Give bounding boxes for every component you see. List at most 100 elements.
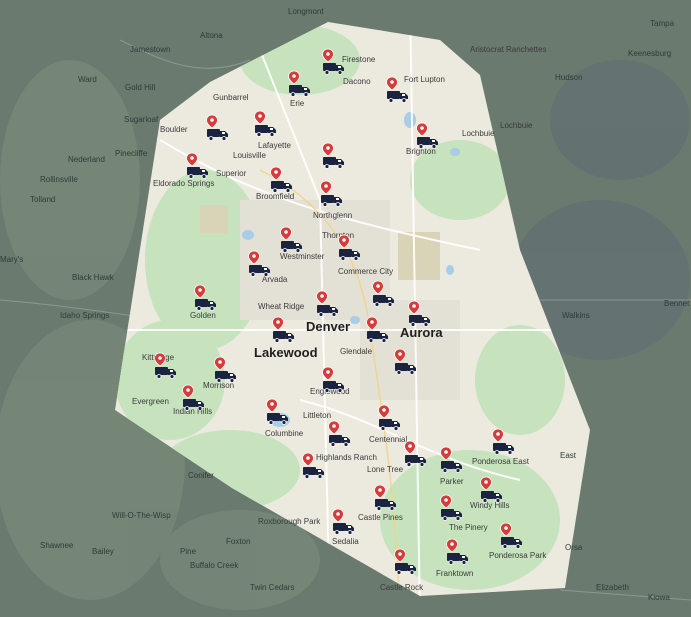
service-truck-marker[interactable] bbox=[392, 548, 418, 576]
delivery-truck-icon bbox=[493, 443, 514, 455]
map-label-lochbuie: Lochbuie bbox=[462, 129, 495, 138]
service-truck-marker[interactable] bbox=[286, 70, 312, 98]
service-truck-marker[interactable] bbox=[320, 48, 346, 76]
service-truck-marker[interactable] bbox=[364, 316, 390, 344]
location-pin-icon bbox=[416, 122, 428, 137]
delivery-truck-icon bbox=[417, 137, 438, 149]
map-label-lochbuie: Lochbuie bbox=[500, 121, 533, 130]
service-truck-marker[interactable] bbox=[414, 122, 440, 150]
map-label-ponderosa-park: Ponderosa Park bbox=[489, 551, 547, 560]
delivery-truck-icon bbox=[207, 129, 228, 141]
location-pin-icon bbox=[322, 48, 334, 63]
map-label-columbine: Columbine bbox=[265, 429, 304, 438]
map-label-roxborough-park: Roxborough Park bbox=[258, 517, 321, 526]
location-pin-icon bbox=[404, 440, 416, 455]
delivery-truck-icon bbox=[281, 241, 302, 253]
location-pin-icon bbox=[182, 384, 194, 399]
service-truck-marker[interactable] bbox=[152, 352, 178, 380]
map-label-sugarloaf: Sugarloaf bbox=[124, 115, 159, 124]
service-truck-marker[interactable] bbox=[490, 428, 516, 456]
service-truck-marker[interactable] bbox=[212, 356, 238, 384]
service-truck-marker[interactable] bbox=[438, 494, 464, 522]
map-label-buffalo-creek: Buffalo Creek bbox=[190, 561, 239, 570]
map-label-parker: Parker bbox=[440, 477, 464, 486]
service-truck-marker[interactable] bbox=[278, 226, 304, 254]
service-truck-marker[interactable] bbox=[180, 384, 206, 412]
service-truck-marker[interactable] bbox=[300, 452, 326, 480]
service-truck-marker[interactable] bbox=[384, 76, 410, 104]
delivery-truck-icon bbox=[447, 553, 468, 565]
service-truck-marker[interactable] bbox=[314, 290, 340, 318]
location-pin-icon bbox=[280, 226, 292, 241]
delivery-truck-icon bbox=[303, 467, 324, 479]
map-label-black-hawk: Black Hawk bbox=[72, 273, 114, 282]
map-label-pine: Pine bbox=[180, 547, 197, 556]
delivery-truck-icon bbox=[367, 331, 388, 343]
delivery-truck-icon bbox=[329, 435, 350, 447]
service-truck-marker[interactable] bbox=[330, 508, 356, 536]
delivery-truck-icon bbox=[339, 249, 360, 261]
service-truck-marker[interactable] bbox=[184, 152, 210, 180]
service-truck-marker[interactable] bbox=[326, 420, 352, 448]
service-truck-marker[interactable] bbox=[246, 250, 272, 278]
service-truck-marker[interactable] bbox=[406, 300, 432, 328]
map-label-wheat-ridge: Wheat Ridge bbox=[258, 302, 305, 311]
map-label-littleton: Littleton bbox=[303, 411, 332, 420]
location-pin-icon bbox=[248, 250, 260, 265]
map-label-gunbarrel: Gunbarrel bbox=[213, 93, 249, 102]
delivery-truck-icon bbox=[255, 125, 276, 137]
map-label-erie: Erie bbox=[290, 99, 305, 108]
service-truck-marker[interactable] bbox=[318, 180, 344, 208]
location-pin-icon bbox=[386, 76, 398, 91]
service-truck-marker[interactable] bbox=[270, 316, 296, 344]
map-label-altona: Altona bbox=[200, 31, 223, 40]
service-area-map[interactable]: Longmont Tampa Jamestown Altona Keenesburg Wa… bbox=[0, 0, 691, 617]
map-label-the-pinery: The Pinery bbox=[449, 523, 488, 532]
delivery-truck-icon bbox=[333, 523, 354, 535]
service-truck-marker[interactable] bbox=[252, 110, 278, 138]
map-label-conifer: Conifer bbox=[188, 471, 214, 480]
map-label-nederland: Nederland bbox=[68, 155, 105, 164]
service-truck-marker[interactable] bbox=[192, 284, 218, 312]
map-label-mary-s: Mary's bbox=[0, 255, 24, 264]
service-truck-marker[interactable] bbox=[268, 166, 294, 194]
service-truck-marker[interactable] bbox=[320, 366, 346, 394]
map-label-gold-hill: Gold Hill bbox=[125, 83, 156, 92]
delivery-truck-icon bbox=[481, 491, 502, 503]
location-pin-icon bbox=[366, 316, 378, 331]
map-label-twin-cedars: Twin Cedars bbox=[250, 583, 295, 592]
delivery-truck-icon bbox=[321, 195, 342, 207]
service-truck-marker[interactable] bbox=[336, 234, 362, 262]
map-label-firestone: Firestone bbox=[342, 55, 376, 64]
service-truck-marker[interactable] bbox=[438, 446, 464, 474]
location-pin-icon bbox=[322, 142, 334, 157]
service-truck-marker[interactable] bbox=[392, 348, 418, 376]
map-label-shawnee: Shawnee bbox=[40, 541, 74, 550]
service-truck-marker[interactable] bbox=[498, 522, 524, 550]
map-label-northglenn: Northglenn bbox=[313, 211, 353, 220]
service-truck-marker[interactable] bbox=[402, 440, 428, 468]
service-truck-marker[interactable] bbox=[264, 398, 290, 426]
map-label-louisville: Louisville bbox=[233, 151, 266, 160]
service-truck-marker[interactable] bbox=[478, 476, 504, 504]
map-label-jamestown: Jamestown bbox=[130, 45, 171, 54]
map-label-castle-rock: Castle Rock bbox=[380, 583, 424, 592]
service-truck-marker[interactable] bbox=[370, 280, 396, 308]
map-label-longmont: Longmont bbox=[288, 7, 324, 16]
map-label-orsa: Orsa bbox=[565, 543, 583, 552]
service-truck-marker[interactable] bbox=[204, 114, 230, 142]
service-truck-marker[interactable] bbox=[444, 538, 470, 566]
delivery-truck-icon bbox=[387, 91, 408, 103]
location-pin-icon bbox=[254, 110, 266, 125]
location-pin-icon bbox=[322, 366, 334, 381]
location-pin-icon bbox=[288, 70, 300, 85]
service-truck-marker[interactable] bbox=[372, 484, 398, 512]
map-label-aristocrat-ranchettes: Aristocrat Ranchettes bbox=[470, 45, 547, 54]
map-label-boulder: Boulder bbox=[160, 125, 188, 134]
location-pin-icon bbox=[206, 114, 218, 129]
service-truck-marker[interactable] bbox=[376, 404, 402, 432]
delivery-truck-icon bbox=[187, 167, 208, 179]
location-pin-icon bbox=[440, 494, 452, 509]
map-label-ponderosa-east: Ponderosa East bbox=[472, 457, 529, 466]
service-truck-marker[interactable] bbox=[320, 142, 346, 170]
